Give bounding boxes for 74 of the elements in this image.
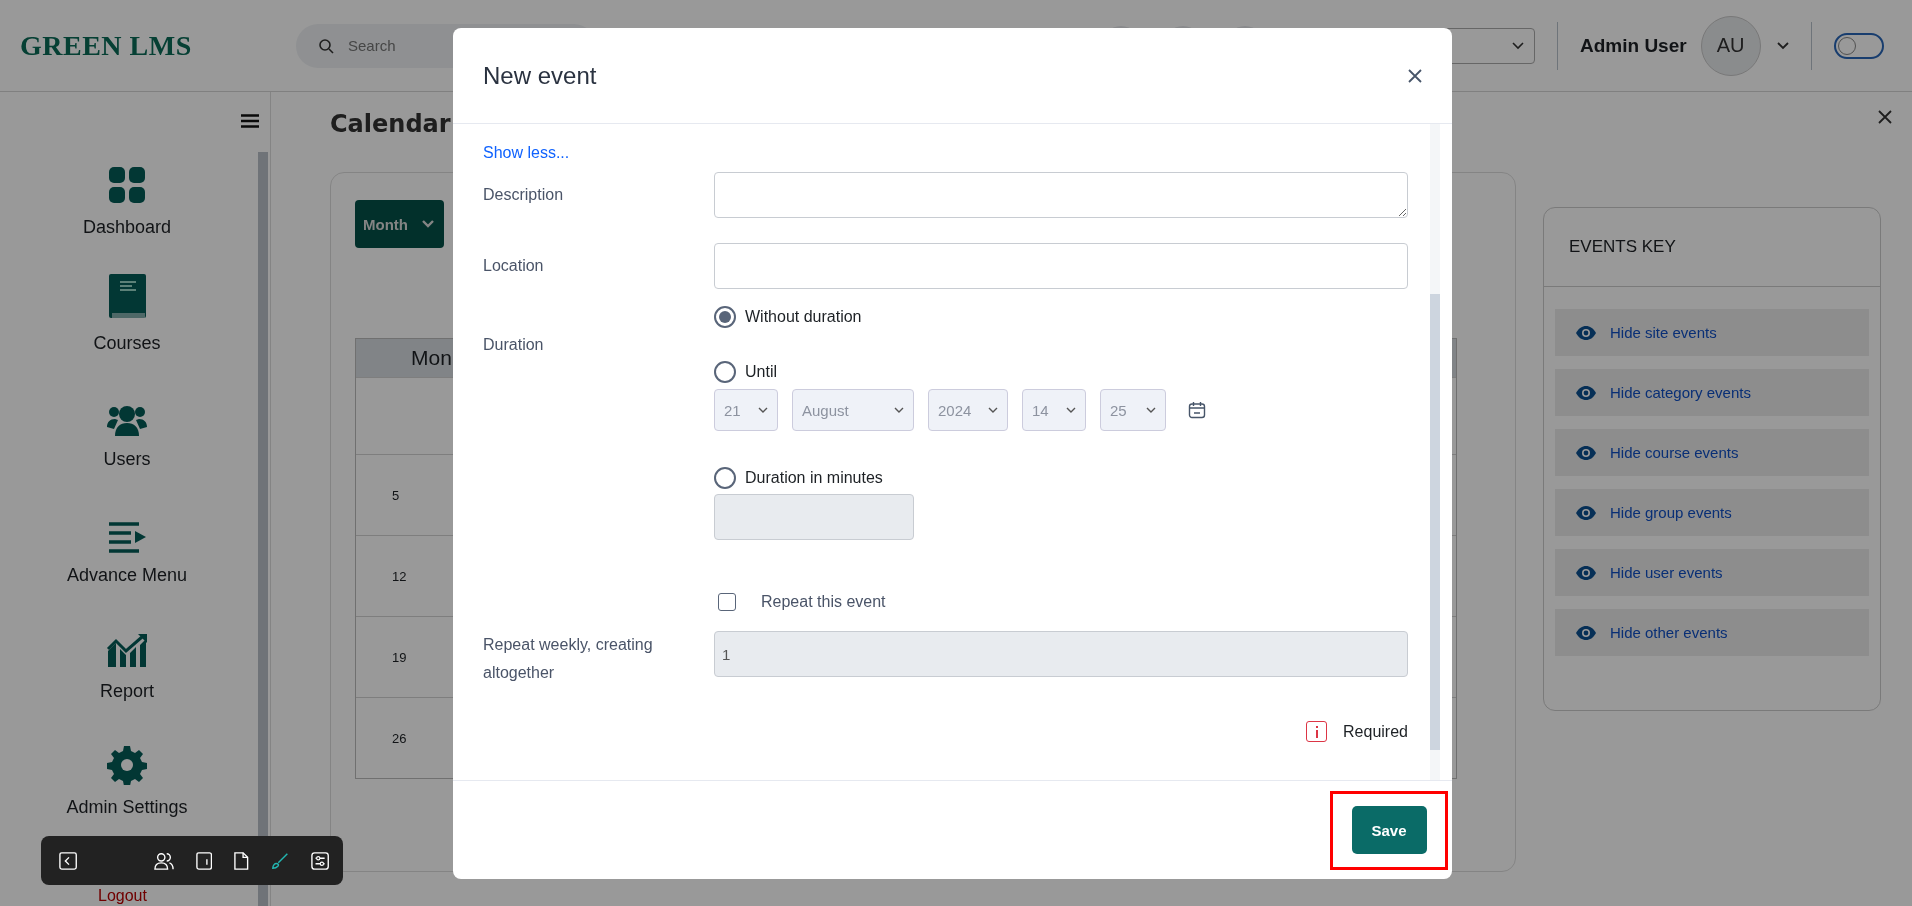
- page-title: Calendar: [330, 110, 451, 138]
- required-note: Required: [1343, 722, 1408, 741]
- eye-icon[interactable]: [1576, 565, 1596, 580]
- eye-icon[interactable]: [1576, 505, 1596, 520]
- user-name[interactable]: Admin User: [1580, 34, 1687, 57]
- chevron-icon: [988, 407, 998, 413]
- save-button[interactable]: Save: [1351, 806, 1427, 854]
- radio-button[interactable]: [714, 467, 736, 489]
- show-less-link[interactable]: Show less...: [483, 144, 1408, 162]
- logo[interactable]: GREEN LMS: [20, 29, 296, 62]
- sidebar-item[interactable]: Users: [103, 449, 151, 470]
- book-icon[interactable]: [107, 273, 147, 321]
- day-number[interactable]: 19: [392, 649, 407, 665]
- sliders-icon[interactable]: [310, 850, 329, 871]
- hide-events-link[interactable]: Hide course events: [1610, 444, 1739, 461]
- sidebar-item[interactable]: Report: [100, 681, 154, 702]
- gear-icon[interactable]: [107, 745, 147, 785]
- hide-events-link[interactable]: Hide category events: [1610, 384, 1751, 401]
- chart-icon[interactable]: [106, 633, 148, 669]
- view-select[interactable]: Month: [355, 200, 444, 248]
- radio-label[interactable]: Without duration: [745, 308, 862, 326]
- card-title: EVENTS KEY: [1569, 237, 1676, 257]
- chevron-icon: [422, 220, 434, 228]
- day-number[interactable]: 5: [392, 487, 400, 503]
- eye-icon[interactable]: [1576, 385, 1596, 400]
- chevron-icon: [1066, 407, 1076, 413]
- day-number[interactable]: 26: [392, 730, 407, 746]
- logout-link[interactable]: Logout: [98, 887, 147, 905]
- collapse-icon[interactable]: [59, 850, 78, 871]
- eye-icon[interactable]: [1576, 325, 1596, 340]
- column-header: Mon: [411, 346, 452, 370]
- field-label: Description: [483, 186, 565, 204]
- avatar[interactable]: AU: [1700, 15, 1761, 76]
- radio-label[interactable]: Until: [745, 363, 777, 381]
- chevron-icon: [758, 407, 768, 413]
- sidebar-item[interactable]: Admin Settings: [66, 797, 188, 818]
- hide-events-link[interactable]: Hide other events: [1610, 624, 1728, 641]
- notebook-icon[interactable]: [195, 850, 213, 871]
- hide-events-link[interactable]: Hide group events: [1610, 504, 1732, 521]
- chevron-icon[interactable]: [1776, 41, 1789, 50]
- field-label: Location: [483, 257, 545, 275]
- checkbox[interactable]: [718, 593, 736, 611]
- eye-icon[interactable]: [1576, 625, 1596, 640]
- sidebar-item[interactable]: Courses: [93, 333, 161, 354]
- checkbox-label[interactable]: Repeat this event: [761, 593, 886, 611]
- radio-button[interactable]: [714, 306, 736, 328]
- document-icon[interactable]: [234, 850, 249, 871]
- list-arrow-icon[interactable]: [107, 521, 147, 553]
- chevron-icon: [894, 407, 904, 413]
- calendar-icon[interactable]: [1188, 401, 1206, 419]
- sidebar-item[interactable]: Advance Menu: [66, 565, 188, 586]
- day-number[interactable]: 12: [392, 568, 407, 584]
- scrollbar[interactable]: [1430, 124, 1440, 780]
- menu-icon[interactable]: [241, 114, 259, 128]
- radio-label[interactable]: Duration in minutes: [745, 469, 883, 487]
- theme-toggle[interactable]: [1833, 32, 1884, 59]
- scrollbar[interactable]: [258, 152, 268, 906]
- search-icon: [318, 37, 334, 54]
- hide-events-link[interactable]: Hide user events: [1610, 564, 1723, 581]
- grid-icon[interactable]: [107, 165, 147, 205]
- close-icon[interactable]: [1878, 110, 1892, 124]
- field-label: Duration: [483, 335, 545, 355]
- field-label: Repeat weekly, creating altogether: [483, 635, 654, 683]
- radio-button[interactable]: [714, 361, 736, 383]
- eye-icon[interactable]: [1576, 445, 1596, 460]
- hide-events-link[interactable]: Hide site events: [1610, 324, 1717, 341]
- users-icon[interactable]: [153, 850, 174, 871]
- chevron-icon: [1512, 41, 1524, 50]
- chevron-icon: [1146, 407, 1156, 413]
- required-icon: [1306, 721, 1328, 742]
- close-icon[interactable]: [1408, 68, 1422, 83]
- description-field[interactable]: [714, 172, 1408, 218]
- sidebar-item[interactable]: Dashboard: [82, 217, 172, 238]
- location-field[interactable]: [714, 243, 1408, 289]
